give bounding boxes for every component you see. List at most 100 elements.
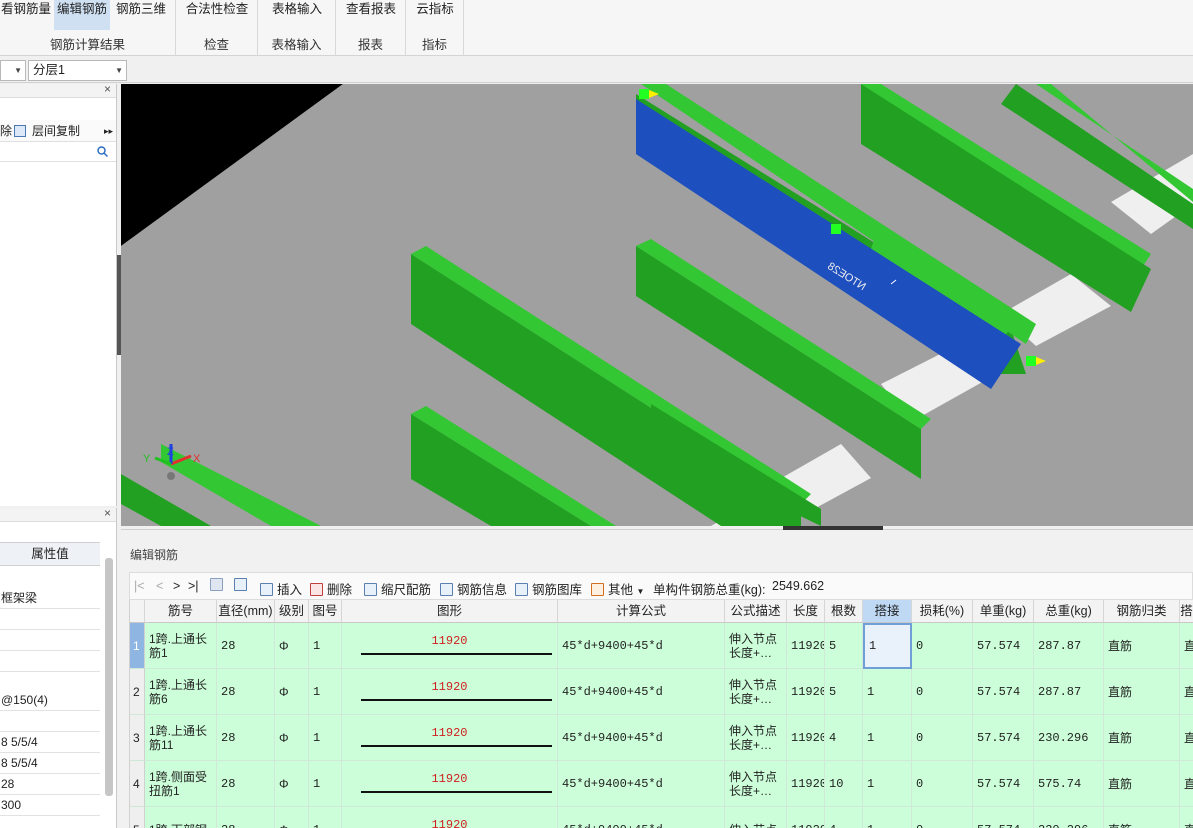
- property-row[interactable]: 28: [0, 774, 100, 795]
- next-record-button[interactable]: >: [173, 579, 180, 593]
- cell-diameter[interactable]: 28: [217, 807, 275, 828]
- component-search-input[interactable]: [0, 142, 116, 162]
- column-header-rebar-type[interactable]: 钢筋归类: [1104, 600, 1180, 623]
- row-number[interactable]: 3: [130, 715, 145, 761]
- delete-button[interactable]: 删除: [310, 579, 352, 598]
- column-header-extra[interactable]: 搭: [1180, 600, 1193, 623]
- column-header-formula-desc[interactable]: 公式描述: [725, 600, 787, 623]
- cell-total-weight[interactable]: 287.87: [1034, 669, 1104, 715]
- cell-grade[interactable]: Φ: [275, 669, 309, 715]
- delete-button[interactable]: 除: [0, 120, 12, 142]
- beam-grip-handle[interactable]: [831, 224, 841, 234]
- cell-formula-desc[interactable]: 伸入节点长度+…: [725, 669, 787, 715]
- move-down-icon[interactable]: [234, 578, 251, 592]
- copy-between-floors-button[interactable]: 层间复制: [32, 120, 80, 142]
- cell-figure-no[interactable]: 1: [309, 669, 342, 715]
- editor-splitter[interactable]: [783, 526, 883, 530]
- cell-loss[interactable]: 0: [912, 761, 973, 807]
- cell-figure-no[interactable]: 1: [309, 761, 342, 807]
- cell-rebar-type[interactable]: 直筋: [1104, 807, 1180, 828]
- cell-formula[interactable]: 45*d+9400+45*d: [558, 623, 725, 669]
- rebar-info-button[interactable]: 钢筋信息: [440, 579, 507, 598]
- cell-loss[interactable]: 0: [912, 669, 973, 715]
- cloud-index-button[interactable]: 云指标: [412, 0, 458, 30]
- edit-rebar-button[interactable]: 编辑钢筋: [54, 0, 110, 30]
- property-row[interactable]: [0, 816, 100, 828]
- cell-formula-desc[interactable]: 伸入节点: [725, 807, 787, 828]
- cell-formula-desc[interactable]: 伸入节点长度+…: [725, 761, 787, 807]
- column-header-loss[interactable]: 损耗(%): [912, 600, 973, 623]
- cell-grade[interactable]: Φ: [275, 715, 309, 761]
- cell-unit-weight[interactable]: 57.574: [973, 761, 1034, 807]
- floor-select[interactable]: ▼: [0, 60, 26, 81]
- scale-rebar-button[interactable]: 缩尺配筋: [364, 579, 431, 598]
- cell-rebar-type[interactable]: 直筋: [1104, 761, 1180, 807]
- cell-grade[interactable]: Φ: [275, 761, 309, 807]
- move-up-icon[interactable]: [210, 578, 227, 592]
- cell-count[interactable]: 4: [825, 807, 863, 828]
- column-header-grade[interactable]: 级别: [275, 600, 309, 623]
- cell-total-weight[interactable]: 575.74: [1034, 761, 1104, 807]
- property-scrollbar[interactable]: [105, 558, 113, 796]
- cell-total-weight[interactable]: 287.87: [1034, 623, 1104, 669]
- cell-diameter[interactable]: 28: [217, 715, 275, 761]
- last-record-button[interactable]: >|: [188, 579, 199, 593]
- column-header-lap[interactable]: 搭接: [863, 600, 912, 623]
- cell-unit-weight[interactable]: 57.574: [973, 807, 1034, 828]
- row-number[interactable]: 4: [130, 761, 145, 807]
- property-row[interactable]: @150(4): [0, 690, 100, 711]
- cell-extra[interactable]: 直: [1180, 761, 1193, 807]
- beam-grip-handle[interactable]: [1026, 356, 1036, 366]
- rebar-library-button[interactable]: 钢筋图库: [515, 579, 582, 598]
- cell-bar-name[interactable]: 1跨.下部钢: [145, 807, 217, 828]
- column-header-count[interactable]: 根数: [825, 600, 863, 623]
- property-row[interactable]: 8 5/5/4: [0, 732, 100, 753]
- property-row[interactable]: [0, 630, 100, 651]
- insert-button[interactable]: 插入: [260, 579, 302, 598]
- cell-lap[interactable]: 1: [863, 669, 912, 715]
- cell-loss[interactable]: 0: [912, 623, 973, 669]
- cell-count[interactable]: 5: [825, 669, 863, 715]
- cell-formula-desc[interactable]: 伸入节点长度+…: [725, 623, 787, 669]
- cell-rebar-type[interactable]: 直筋: [1104, 669, 1180, 715]
- more-arrow-icon[interactable]: ▸▸: [104, 120, 113, 142]
- column-header-shape[interactable]: 图形: [342, 600, 558, 623]
- column-header-length[interactable]: 长度: [787, 600, 825, 623]
- row-number[interactable]: 5: [130, 807, 145, 828]
- cell-extra[interactable]: 直: [1180, 715, 1193, 761]
- cell-shape[interactable]: 11920: [342, 669, 558, 715]
- cell-count[interactable]: 4: [825, 715, 863, 761]
- column-header-bar-name[interactable]: 筋号: [145, 600, 217, 623]
- cell-formula[interactable]: 45*d+9400+45*d: [558, 715, 725, 761]
- cell-shape[interactable]: 11920: [342, 623, 558, 669]
- cell-shape[interactable]: 11920: [342, 715, 558, 761]
- property-row[interactable]: [0, 609, 100, 630]
- cell-total-weight[interactable]: 230.296: [1034, 715, 1104, 761]
- column-header-figure-no[interactable]: 图号: [309, 600, 342, 623]
- cell-length[interactable]: 11920: [787, 669, 825, 715]
- legality-check-button[interactable]: 合法性检查: [180, 0, 254, 30]
- cell-diameter[interactable]: 28: [217, 623, 275, 669]
- close-icon[interactable]: ×: [104, 506, 111, 520]
- view-report-button[interactable]: 查看报表: [342, 0, 400, 30]
- cell-formula[interactable]: 45*d+9400+45*d: [558, 669, 725, 715]
- column-header-formula[interactable]: 计算公式: [558, 600, 725, 623]
- cell-lap[interactable]: 1: [863, 807, 912, 828]
- property-row[interactable]: [0, 651, 100, 672]
- close-icon[interactable]: ×: [104, 82, 111, 96]
- view-rebar-quantity-button[interactable]: 看钢筋量: [0, 0, 52, 30]
- other-menu-button[interactable]: 其他 ▼: [591, 579, 644, 598]
- cell-unit-weight[interactable]: 57.574: [973, 715, 1034, 761]
- cell-total-weight[interactable]: 230.296: [1034, 807, 1104, 828]
- cell-formula[interactable]: 45*d+9400+45*d: [558, 761, 725, 807]
- cell-figure-no[interactable]: 1: [309, 807, 342, 828]
- cell-shape[interactable]: 11920: [342, 807, 558, 828]
- property-row[interactable]: [0, 711, 100, 732]
- cell-length[interactable]: 11920: [787, 761, 825, 807]
- cell-figure-no[interactable]: 1: [309, 623, 342, 669]
- cell-length[interactable]: 11920: [787, 715, 825, 761]
- beam-grip-handle[interactable]: [639, 89, 649, 99]
- cell-extra[interactable]: 直: [1180, 669, 1193, 715]
- cell-unit-weight[interactable]: 57.574: [973, 669, 1034, 715]
- column-header-total-weight[interactable]: 总重(kg): [1034, 600, 1104, 623]
